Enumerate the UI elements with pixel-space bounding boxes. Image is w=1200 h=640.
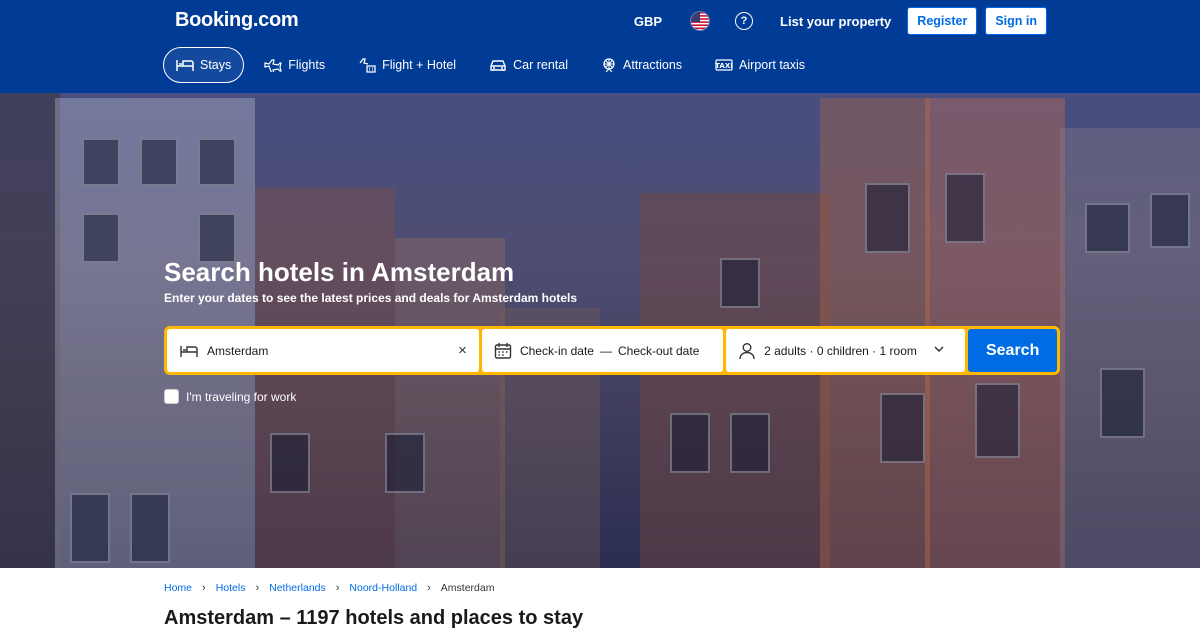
hero-banner: Search hotels in Amsterdam Enter your da… (0, 93, 1200, 568)
clear-destination-icon[interactable]: × (458, 342, 467, 359)
work-travel-checkbox[interactable] (164, 389, 179, 404)
product-nav: Stays Flights Flight + Hotel Car rental … (163, 47, 825, 83)
bed-icon (180, 345, 198, 357)
destination-field[interactable]: Amsterdam × (167, 329, 479, 372)
nav-label: Car rental (513, 58, 568, 72)
breadcrumb-separator: › (427, 582, 431, 594)
nav-flights[interactable]: Flights (251, 47, 338, 83)
work-travel-label[interactable]: I'm traveling for work (186, 390, 296, 404)
breadcrumb-noord-holland[interactable]: Noord-Holland (349, 582, 417, 594)
car-icon (490, 60, 506, 71)
us-flag-icon[interactable] (690, 11, 711, 31)
bed-icon (176, 60, 194, 71)
hero-title: Search hotels in Amsterdam (164, 257, 515, 287)
date-separator: — (599, 343, 612, 358)
nav-attractions[interactable]: Attractions (588, 47, 695, 83)
occupancy-value: 2 adults · 0 children · 1 room (764, 343, 917, 358)
destination-value: Amsterdam (207, 343, 269, 358)
calendar-icon (494, 342, 512, 359)
attractions-icon (603, 58, 615, 73)
breadcrumb-home[interactable]: Home (164, 582, 192, 594)
plane-icon (264, 59, 283, 72)
booking-logo[interactable]: Booking.com (175, 9, 299, 32)
page-title: Amsterdam – 1197 hotels and places to st… (164, 607, 584, 629)
list-property-link[interactable]: List your property (780, 14, 891, 29)
header: Booking.com GBP ? List your property Reg… (0, 0, 1200, 93)
breadcrumb-separator: › (255, 582, 260, 594)
nav-label: Stays (200, 58, 232, 72)
chevron-down-icon (934, 346, 944, 353)
search-button[interactable]: Search (968, 329, 1057, 372)
breadcrumb-hotels[interactable]: Hotels (216, 582, 246, 594)
person-icon (739, 342, 755, 359)
search-bar: Amsterdam × Check-in date — Check-out da… (164, 326, 1060, 375)
checkin-date[interactable]: Check-in date (520, 344, 594, 358)
currency-selector[interactable]: GBP (634, 14, 662, 29)
register-button[interactable]: Register (907, 7, 978, 35)
nav-car-rental[interactable]: Car rental (476, 47, 581, 83)
breadcrumb: Home › Hotels › Netherlands › Noord-Holl… (164, 582, 494, 594)
date-field[interactable]: Check-in date — Check-out date (481, 329, 724, 372)
help-icon[interactable]: ? (735, 12, 754, 30)
nav-label: Flights (288, 58, 326, 72)
nav-label: Airport taxis (739, 58, 806, 72)
checkout-date[interactable]: Check-out date (618, 344, 699, 358)
breadcrumb-netherlands[interactable]: Netherlands (269, 582, 326, 594)
nav-airport-taxis[interactable]: TAXI Airport taxis (702, 47, 818, 83)
occupancy-field[interactable]: 2 adults · 0 children · 1 room (726, 329, 966, 372)
nav-stays[interactable]: Stays (163, 47, 245, 83)
breadcrumb-current: Amsterdam (440, 582, 495, 594)
work-travel-option: I'm traveling for work (164, 389, 296, 404)
plane-hotel-icon (359, 58, 376, 73)
header-actions: GBP ? List your property Register Sign i… (634, 7, 1047, 35)
breadcrumb-separator: › (202, 582, 206, 594)
breadcrumb-separator: › (335, 582, 340, 594)
taxi-icon: TAXI (715, 59, 733, 71)
sign-in-button[interactable]: Sign in (985, 7, 1047, 35)
hero-subtitle: Enter your dates to see the latest price… (164, 291, 578, 305)
nav-flight-hotel[interactable]: Flight + Hotel (345, 47, 469, 83)
svg-text:TAXI: TAXI (715, 62, 733, 70)
nav-label: Flight + Hotel (382, 58, 457, 72)
nav-label: Attractions (622, 58, 683, 72)
